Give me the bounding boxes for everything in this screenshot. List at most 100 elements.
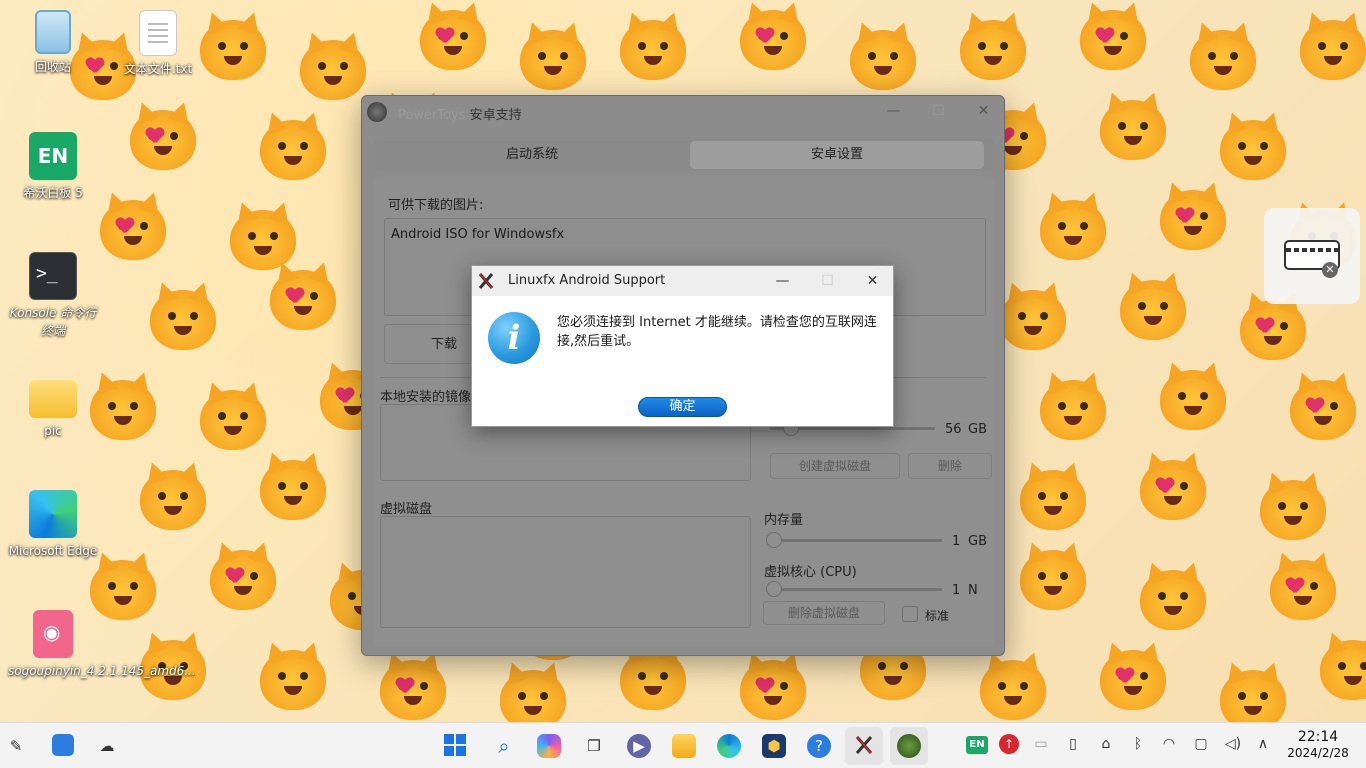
ime-indicator[interactable]: EN [966, 736, 988, 754]
cloud-sync-icon[interactable]: ☁ [95, 734, 119, 758]
desktop-icon-seewo[interactable]: EN 希沃白板 5 [8, 132, 98, 202]
cpu-value: 1 [952, 583, 961, 598]
heart-icon [286, 288, 304, 304]
bluetooth-icon[interactable]: ᛒ [1127, 736, 1149, 752]
virtual-disk-list[interactable] [380, 516, 751, 628]
cat-emoji-decoration [150, 290, 216, 350]
maximize-button[interactable]: ☐ [916, 96, 961, 126]
wifi-icon[interactable]: ◠ [1158, 736, 1180, 752]
memory-label: 内存量 [764, 513, 804, 528]
cat-emoji-decoration [960, 20, 1026, 80]
memory-unit: GB [968, 534, 987, 549]
copilot-icon[interactable] [537, 734, 561, 758]
battery-icon[interactable]: ▢ [1190, 736, 1212, 752]
no-internet-dialog: Linuxfx Android Support — ☐ ✕ i 您必须连接到 I… [471, 265, 894, 427]
virtual-keyboard-widget[interactable]: ✕ [1264, 208, 1360, 304]
desktop-icon-text-file[interactable]: 文本文件.txt [113, 10, 203, 78]
cat-emoji-decoration [1020, 470, 1086, 530]
widgets-icon[interactable] [52, 734, 74, 756]
chat-icon[interactable]: ▶ [627, 734, 651, 758]
cat-emoji-decoration [140, 470, 206, 530]
cat-emoji-decoration [620, 20, 686, 80]
memory-value: 1 [952, 534, 961, 549]
disk-size-unit: GB [968, 422, 987, 437]
heart-icon [1156, 478, 1174, 494]
heart-icon [1306, 398, 1324, 414]
ok-button[interactable]: 确定 [638, 397, 727, 417]
help-icon[interactable]: ? [807, 734, 831, 758]
minimize-button[interactable]: — [871, 96, 916, 126]
desktop-icon-konsole[interactable]: Konsole 命令行终端 [8, 252, 98, 340]
cat-emoji-decoration [90, 560, 156, 620]
cpu-slider-thumb[interactable] [766, 581, 782, 597]
cat-emoji-decoration [260, 120, 326, 180]
window-title-bar[interactable]: PowerToys 安卓支持 — ☐ ✕ [362, 96, 1004, 126]
cat-emoji-decoration [1040, 380, 1106, 440]
cat-emoji-decoration [1020, 550, 1086, 610]
desktop-icon-recycle-bin[interactable]: 回收站 [8, 10, 98, 76]
heart-icon [1116, 668, 1134, 684]
clock[interactable]: 22:14 2024/2/28 [1278, 729, 1358, 761]
clock-date: 2024/2/28 [1287, 746, 1349, 760]
delete-button[interactable]: 删除 [908, 453, 992, 479]
clipboard-icon[interactable]: ▯ [1062, 736, 1084, 752]
tab-boot-system[interactable]: 启动系统 [378, 141, 686, 169]
create-virtual-disk-button[interactable]: 创建虚拟磁盘 [770, 453, 900, 479]
dialog-title: Linuxfx Android Support [508, 273, 666, 288]
task-view-icon[interactable]: ❐ [582, 734, 606, 758]
memory-slider-track [770, 539, 942, 542]
cat-emoji-decoration [300, 40, 366, 100]
desktop-icon-pic[interactable]: pic [8, 370, 98, 440]
volume-icon[interactable]: ◁) [1222, 736, 1244, 752]
cat-emoji-decoration [200, 20, 266, 80]
cat-emoji-decoration [260, 460, 326, 520]
memory-slider-thumb[interactable] [766, 532, 782, 548]
delete-virtual-disk-button[interactable]: 删除虚拟磁盘 [763, 601, 885, 625]
close-button[interactable]: ✕ [961, 96, 1006, 126]
desktop-icon-edge[interactable]: Microsoft Edge [8, 490, 98, 560]
store-icon[interactable]: ⬢ [762, 734, 786, 758]
desktop-icon-label: 希沃白板 5 [23, 186, 83, 200]
usb-icon[interactable]: ⌂ [1095, 736, 1117, 752]
dialog-close-button[interactable]: ✕ [850, 266, 895, 296]
linuxfx-taskbar-icon[interactable] [852, 734, 876, 758]
cat-emoji-decoration [620, 650, 686, 710]
cat-emoji-decoration [1100, 100, 1166, 160]
tab-android-settings[interactable]: 安卓设置 [690, 141, 984, 169]
pen-icon[interactable]: ✎ [4, 734, 28, 758]
cat-emoji-decoration [1320, 640, 1366, 700]
standard-checkbox[interactable] [902, 606, 918, 622]
cat-emoji-decoration [850, 30, 916, 90]
deb-package-icon [33, 610, 73, 658]
dialog-message: 您必须连接到 Internet 才能继续。请检查您的互联网连接,然后重试。 [557, 315, 877, 349]
local-images-label: 本地安装的镜像 [380, 390, 472, 405]
cpu-slider-track [770, 588, 942, 591]
image-list-item[interactable]: Android ISO for Windowsfx [391, 227, 564, 242]
cat-emoji-decoration [1300, 20, 1366, 80]
desktop-icon-sogou[interactable]: sogoupinyin_4.2.1.145_amd6... [8, 610, 196, 680]
file-explorer-icon[interactable] [672, 734, 696, 758]
dialog-maximize-button: ☐ [821, 273, 834, 289]
cpu-label: 虚拟核心 (CPU) [764, 565, 857, 580]
text-file-icon [139, 10, 177, 56]
heart-icon [226, 568, 244, 584]
cat-emoji-decoration [90, 380, 156, 440]
start-icon[interactable] [443, 734, 467, 758]
cat-emoji-decoration [1140, 570, 1206, 630]
heart-icon [1096, 28, 1114, 44]
app-logo-icon [367, 102, 387, 122]
search-icon[interactable]: ⌕ [492, 734, 516, 758]
desktop-icon-label: sogoupinyin_4.2.1.145_amd6... [8, 662, 196, 680]
dialog-minimize-button[interactable]: — [760, 266, 805, 296]
chevron-up-icon[interactable]: ∧ [1252, 736, 1274, 752]
keyboard-tray-icon[interactable]: ▭ [1030, 736, 1052, 752]
edge-icon[interactable] [717, 734, 741, 758]
heart-icon [1286, 578, 1304, 594]
desktop-icon-label: 文本文件.txt [123, 62, 193, 76]
update-icon[interactable]: ↑ [999, 734, 1019, 754]
dialog-title-bar[interactable]: Linuxfx Android Support — ☐ ✕ [472, 266, 893, 296]
cat-emoji-decoration [200, 390, 266, 450]
close-keyboard-icon[interactable]: ✕ [1322, 262, 1338, 278]
cat-emoji-decoration [1220, 670, 1286, 722]
powertoys-taskbar-icon[interactable] [897, 734, 921, 758]
